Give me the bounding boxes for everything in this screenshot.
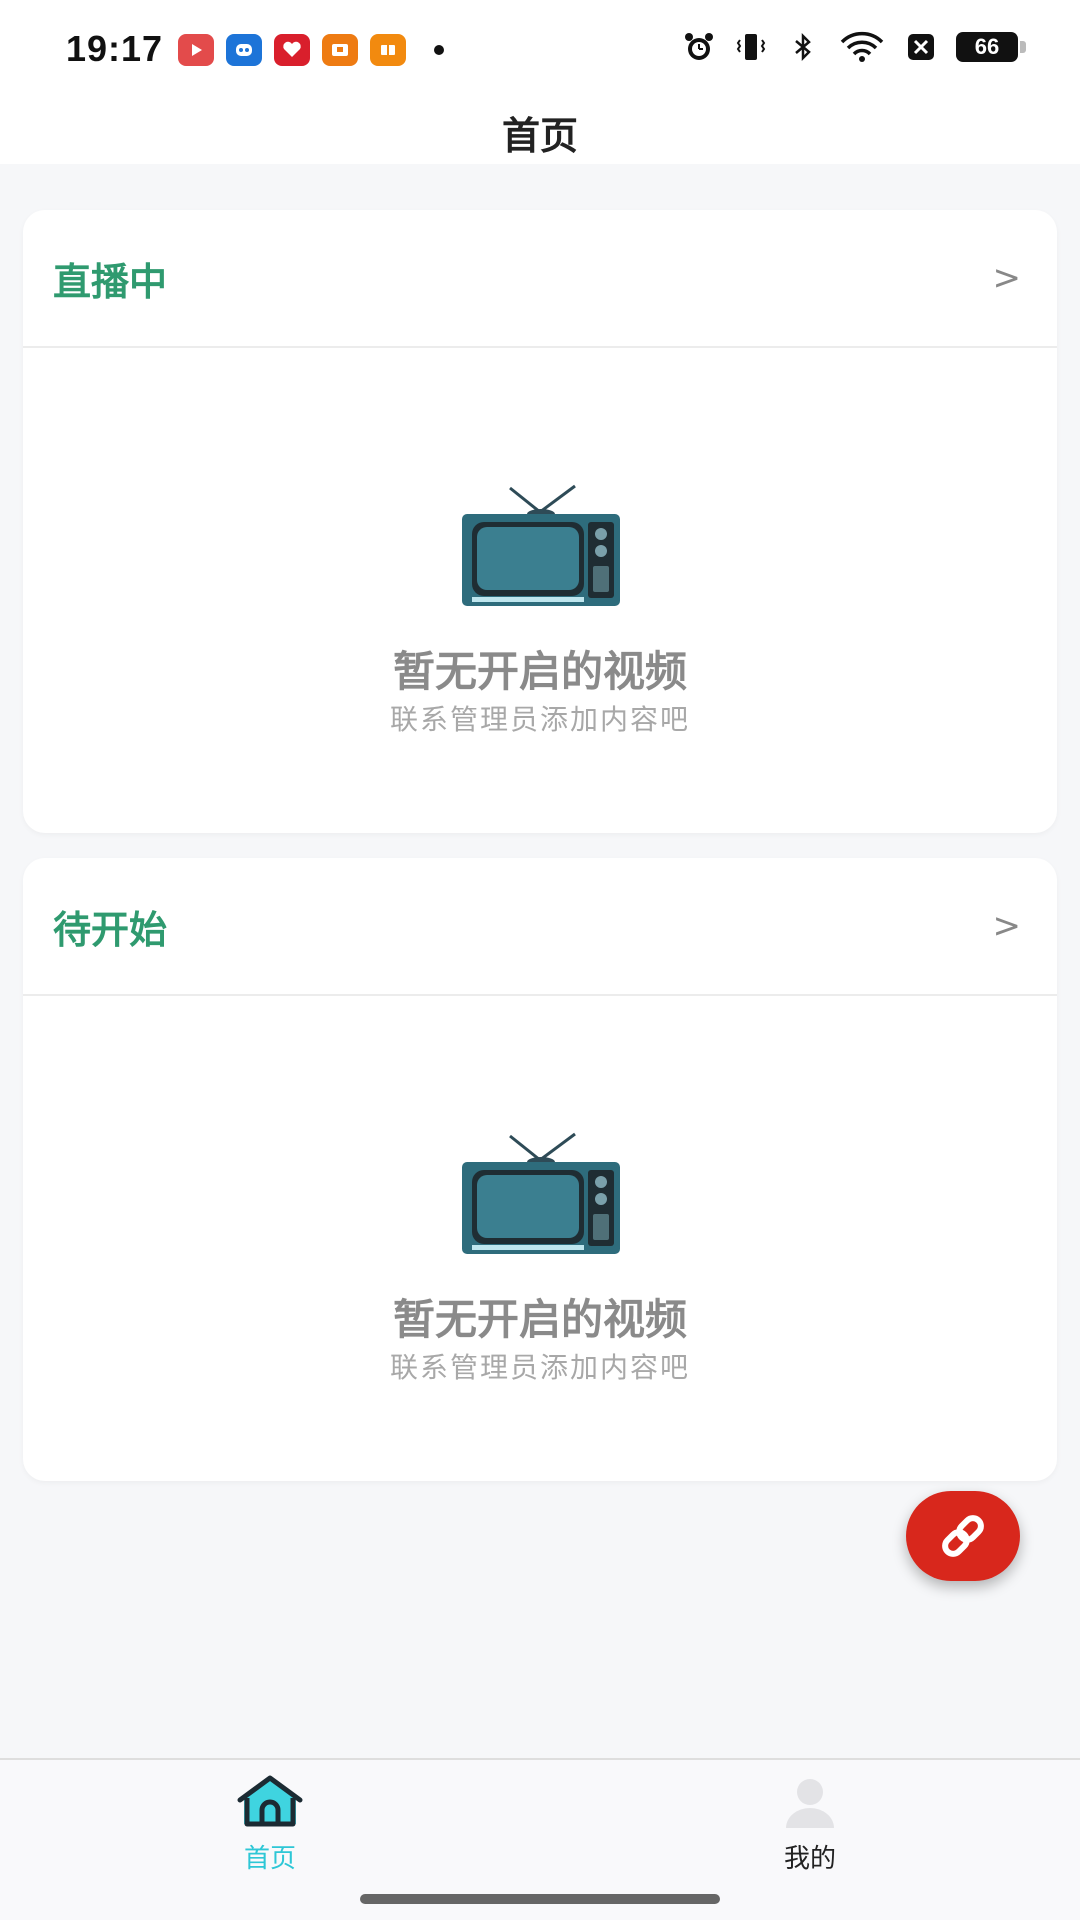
tab-mine-label: 我的 — [783, 1844, 836, 1874]
section-upcoming-more-arrow[interactable]: > — [993, 906, 1022, 946]
section-live-header[interactable]: 直播中 > — [23, 210, 1057, 348]
empty-title: 暂无开启的视频 — [392, 647, 687, 696]
page-title: 首页 — [501, 113, 578, 158]
section-live-title: 直播中 — [53, 259, 168, 304]
empty-title: 暂无开启的视频 — [392, 1295, 687, 1344]
section-upcoming-title: 待开始 — [53, 907, 168, 952]
wifi-icon — [838, 30, 886, 64]
link-icon — [942, 1515, 984, 1557]
nav-header: 首页 — [0, 100, 1080, 164]
battery-indicator: 66 — [956, 32, 1026, 62]
home-icon — [237, 1775, 303, 1827]
tab-home[interactable]: 首页 — [190, 1774, 350, 1875]
notification-icons — [178, 34, 444, 66]
section-live-card: 直播中 > 暂无开启的视频 联系管理员添加内容吧 — [23, 210, 1057, 833]
section-live-empty-state: 暂无开启的视频 联系管理员添加内容吧 — [23, 348, 1057, 833]
link-fab-button[interactable] — [906, 1491, 1020, 1581]
system-icons: 66 — [682, 30, 1026, 64]
sim-off-icon — [904, 30, 938, 64]
robot-app-icon — [226, 34, 262, 66]
heart-app-icon — [274, 34, 310, 66]
home-indicator — [360, 1894, 720, 1904]
tv-icon — [462, 484, 620, 606]
tab-home-label: 首页 — [243, 1844, 296, 1874]
vibrate-icon — [734, 30, 768, 64]
user-icon — [786, 1779, 834, 1828]
tv-icon — [462, 1132, 620, 1254]
empty-subtitle: 联系管理员添加内容吧 — [389, 1351, 690, 1384]
more-notifications-dot — [434, 45, 444, 55]
tab-mine[interactable]: 我的 — [730, 1774, 890, 1875]
status-time: 19:17 — [66, 28, 164, 69]
empty-subtitle: 联系管理员添加内容吧 — [389, 703, 690, 736]
alarm-icon — [682, 30, 716, 64]
video-app-icon — [178, 34, 214, 66]
section-live-more-arrow[interactable]: > — [993, 258, 1022, 298]
status-bar: 19:17 66 — [0, 0, 1080, 100]
wallet-app-icon — [322, 34, 358, 66]
section-upcoming-header[interactable]: 待开始 > — [23, 858, 1057, 996]
section-upcoming-card: 待开始 > 暂无开启的视频 联系管理员添加内容吧 — [23, 858, 1057, 1481]
book-app-icon — [370, 34, 406, 66]
bluetooth-icon — [786, 30, 820, 64]
section-upcoming-empty-state: 暂无开启的视频 联系管理员添加内容吧 — [23, 996, 1057, 1481]
